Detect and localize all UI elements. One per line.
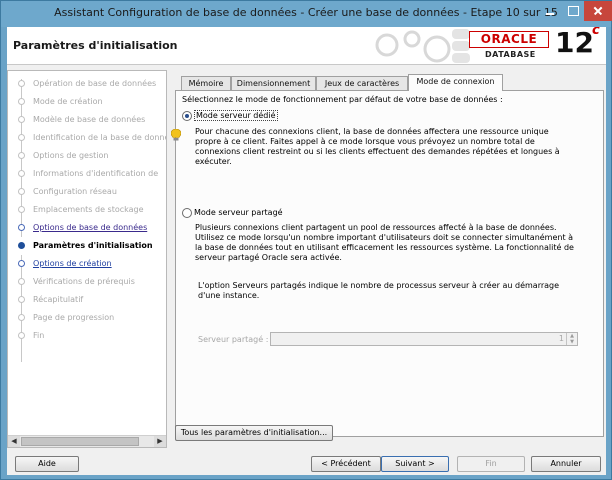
shared-mode-label[interactable]: Mode serveur partagé bbox=[194, 208, 283, 217]
dedicated-mode-label[interactable]: Mode serveur dédié bbox=[194, 110, 278, 121]
steps-horizontal-scrollbar[interactable]: ◀ ▶ bbox=[8, 435, 166, 447]
maximize-button[interactable] bbox=[562, 1, 584, 21]
step-item: Mode de création bbox=[8, 93, 166, 111]
window-title: Assistant Configuration de base de donné… bbox=[54, 6, 558, 19]
dedicated-mode-description: Pour chacune des connexions client, la b… bbox=[195, 127, 560, 166]
step-marker-icon bbox=[18, 134, 25, 141]
main-content: Mémoire Dimensionnement Jeux de caractèr… bbox=[171, 70, 605, 440]
step-marker-icon bbox=[18, 332, 25, 339]
step-item: Vérifications de prérequis bbox=[8, 273, 166, 291]
scroll-right-icon[interactable]: ▶ bbox=[154, 436, 166, 447]
step-label: Page de progression bbox=[33, 313, 115, 322]
step-label: Configuration réseau bbox=[33, 187, 117, 196]
tab-memoire[interactable]: Mémoire bbox=[181, 76, 231, 90]
step-marker-icon bbox=[18, 116, 25, 123]
step-label: Informations d'identification de bbox=[33, 169, 159, 178]
connection-mode-panel: Sélectionnez le mode de fonctionnement p… bbox=[171, 90, 604, 437]
oracle-database-label: DATABASE bbox=[485, 50, 536, 59]
step-label: Récapitulatif bbox=[33, 295, 84, 304]
step-marker-icon bbox=[18, 224, 25, 231]
shared-mode-description: Plusieurs connexions client partagent un… bbox=[195, 223, 574, 262]
spinner-arrows-icon[interactable]: ▲ ▼ bbox=[566, 333, 577, 345]
step-marker-icon bbox=[18, 278, 25, 285]
help-button[interactable]: Aide bbox=[15, 456, 79, 472]
close-button[interactable] bbox=[584, 1, 612, 21]
shared-servers-label: Serveur partagé : bbox=[198, 335, 269, 344]
step-marker-icon bbox=[18, 152, 25, 159]
step-item: Emplacements de stockage bbox=[8, 201, 166, 219]
step-marker-icon bbox=[18, 188, 25, 195]
dedicated-mode-radio[interactable] bbox=[182, 111, 192, 121]
title-bar[interactable]: Assistant Configuration de base de donné… bbox=[1, 1, 612, 27]
step-item: Configuration réseau bbox=[8, 183, 166, 201]
step-label: Emplacements de stockage bbox=[33, 205, 144, 214]
step-item[interactable]: Options de base de données bbox=[8, 219, 166, 237]
step-label: Opération de base de données bbox=[33, 79, 157, 88]
cancel-button[interactable]: Annuler bbox=[531, 456, 601, 472]
step-item: Modèle de base de données bbox=[8, 111, 166, 129]
step-item[interactable]: Options de création bbox=[8, 255, 166, 273]
intro-text: Sélectionnez le mode de fonctionnement p… bbox=[182, 95, 503, 104]
shared-mode-radio[interactable] bbox=[182, 208, 192, 218]
tab-jeux-de-caracteres[interactable]: Jeux de caractères bbox=[316, 76, 408, 90]
shared-servers-description: L'option Serveurs partagés indique le no… bbox=[198, 281, 560, 300]
step-marker-icon bbox=[18, 314, 25, 321]
step-marker-icon bbox=[18, 260, 25, 267]
hint-lightbulb-icon bbox=[171, 129, 181, 141]
tab-dimensionnement[interactable]: Dimensionnement bbox=[231, 76, 316, 90]
step-marker-icon bbox=[18, 170, 25, 177]
step-item: Récapitulatif bbox=[8, 291, 166, 309]
step-item: Opération de base de données bbox=[8, 75, 166, 93]
back-button[interactable]: < Précédent bbox=[311, 456, 381, 472]
step-label: Fin bbox=[33, 331, 45, 340]
step-label[interactable]: Options de base de données bbox=[33, 223, 147, 232]
tab-mode-de-connexion[interactable]: Mode de connexion bbox=[408, 74, 503, 91]
page-title: Paramètres d'initialisation bbox=[13, 39, 178, 52]
all-init-params-button[interactable]: Tous les paramètres d'initialisation... bbox=[175, 425, 333, 441]
scroll-left-icon[interactable]: ◀ bbox=[8, 436, 20, 447]
page-header: Paramètres d'initialisation ORACLE DATAB… bbox=[7, 27, 606, 65]
step-marker-icon bbox=[18, 242, 25, 249]
step-item: Identification de la base de données bbox=[8, 129, 166, 147]
steps-panel: Opération de base de données Mode de créa… bbox=[7, 70, 167, 448]
shared-servers-spinner[interactable]: 1 ▲ ▼ bbox=[270, 332, 578, 346]
step-label: Mode de création bbox=[33, 97, 103, 106]
step-label: Paramètres d'initialisation bbox=[33, 241, 153, 250]
step-label: Modèle de base de données bbox=[33, 115, 146, 124]
step-label: Identification de la base de données bbox=[33, 133, 167, 142]
dbca-window: Assistant Configuration de base de donné… bbox=[0, 0, 612, 480]
scrollbar-thumb[interactable] bbox=[21, 437, 139, 446]
minimize-button[interactable] bbox=[538, 1, 562, 21]
step-label: Options de gestion bbox=[33, 151, 109, 160]
step-marker-icon bbox=[18, 80, 25, 87]
next-button[interactable]: Suivant > bbox=[381, 456, 449, 472]
step-item: Page de progression bbox=[8, 309, 166, 327]
step-marker-icon bbox=[18, 206, 25, 213]
finish-button[interactable]: Fin bbox=[457, 456, 525, 472]
step-label[interactable]: Options de création bbox=[33, 259, 112, 268]
step-item: Paramètres d'initialisation bbox=[8, 237, 166, 255]
wizard-body: Paramètres d'initialisation ORACLE DATAB… bbox=[7, 27, 606, 475]
step-label: Vérifications de prérequis bbox=[33, 277, 135, 286]
oracle-logo: ORACLE bbox=[469, 31, 549, 48]
step-marker-icon bbox=[18, 296, 25, 303]
version-logo: 12c bbox=[555, 27, 600, 59]
step-item: Informations d'identification de bbox=[8, 165, 166, 183]
step-marker-icon bbox=[18, 98, 25, 105]
step-item: Options de gestion bbox=[8, 147, 166, 165]
step-item: Fin bbox=[8, 327, 166, 345]
gears-decoration-icon bbox=[375, 29, 470, 63]
